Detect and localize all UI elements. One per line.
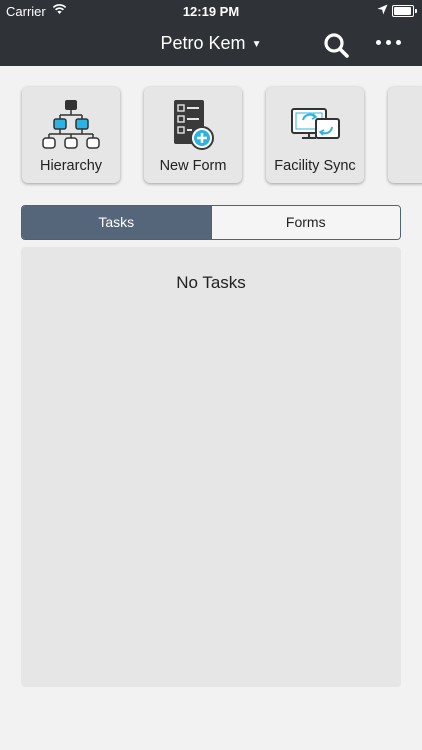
- more-tile-partial[interactable]: [388, 87, 422, 183]
- quick-action-tiles: Hierarchy New Form Facility Sync: [0, 87, 422, 187]
- hierarchy-tile[interactable]: Hierarchy: [22, 87, 120, 183]
- new-form-tile[interactable]: New Form: [144, 87, 242, 183]
- more-options-icon[interactable]: [376, 40, 402, 48]
- tile-label: Facility Sync: [274, 158, 356, 174]
- dot: [396, 40, 401, 45]
- facility-sync-icon: [291, 108, 340, 139]
- hierarchy-icon: [42, 100, 100, 149]
- dot: [376, 40, 381, 45]
- tab-tasks[interactable]: Tasks: [22, 206, 211, 239]
- empty-state-message: No Tasks: [176, 273, 246, 292]
- status-bar: Carrier 12:19 PM: [0, 0, 422, 22]
- facility-name: Petro Kem: [160, 33, 246, 53]
- battery-fill: [394, 7, 412, 15]
- tile-label: Hierarchy: [39, 158, 103, 174]
- tasks-list-panel: No Tasks: [21, 247, 401, 687]
- dropdown-caret-icon: ▼: [251, 38, 262, 50]
- search-icon[interactable]: [322, 31, 350, 59]
- location-arrow-icon: [377, 4, 388, 15]
- navigation-bar: Petro Kem ▼: [0, 22, 422, 66]
- clock: 12:19 PM: [182, 4, 240, 19]
- tile-label: New Form: [159, 158, 227, 174]
- facility-selector[interactable]: Petro Kem ▼: [0, 33, 422, 54]
- new-form-icon: [174, 100, 214, 150]
- tab-forms[interactable]: Forms: [210, 206, 400, 239]
- tasks-forms-segmented-control: Tasks Forms: [21, 205, 401, 240]
- battery-icon: [392, 5, 417, 17]
- dot: [386, 40, 391, 45]
- facility-sync-tile[interactable]: Facility Sync: [266, 87, 364, 183]
